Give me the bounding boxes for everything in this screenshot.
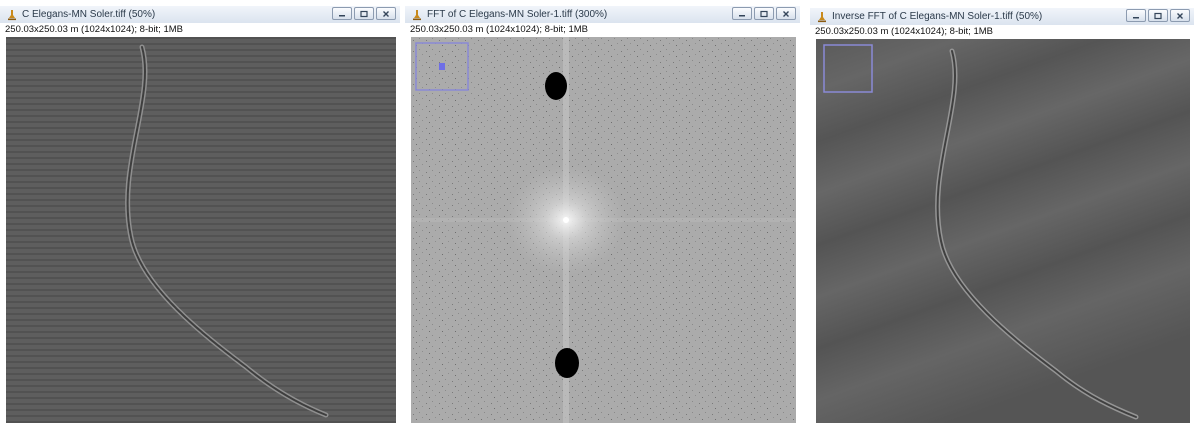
fft-power-spectrum [411, 37, 796, 423]
image-info: 250.03x250.03 m (1024x1024); 8-bit; 1MB [815, 26, 993, 37]
close-button[interactable] [376, 7, 396, 20]
maximize-button[interactable] [1148, 9, 1168, 22]
window-title: C Elegans-MN Soler.tiff (50%) [22, 9, 156, 20]
close-button[interactable] [1170, 9, 1190, 22]
title-bar[interactable]: C Elegans-MN Soler.tiff (50%) [0, 6, 400, 23]
maximize-button[interactable] [354, 7, 374, 20]
image-info: 250.03x250.03 m (1024x1024); 8-bit; 1MB [410, 24, 588, 35]
minimize-button[interactable] [332, 7, 352, 20]
maximize-icon [759, 10, 769, 18]
minimize-icon [737, 10, 747, 18]
mask-spot-bottom [555, 348, 579, 378]
minimize-button[interactable] [1126, 9, 1146, 22]
minimize-icon [1131, 12, 1141, 20]
microscope-app-icon [816, 11, 828, 23]
close-button[interactable] [776, 7, 796, 20]
image-canvas[interactable] [6, 37, 396, 423]
microscope-app-icon [6, 9, 18, 21]
image-info: 250.03x250.03 m (1024x1024); 8-bit; 1MB [5, 24, 183, 35]
close-icon [381, 10, 391, 18]
window-title: Inverse FFT of C Elegans-MN Soler-1.tiff… [832, 11, 1043, 22]
image-canvas[interactable] [411, 37, 796, 423]
image-window-original[interactable]: C Elegans-MN Soler.tiff (50%) 250.03x250… [0, 6, 400, 423]
close-icon [1175, 12, 1185, 20]
image-canvas[interactable] [816, 39, 1190, 423]
title-bar[interactable]: FFT of C Elegans-MN Soler-1.tiff (300%) [405, 6, 800, 23]
maximize-icon [359, 10, 369, 18]
maximize-icon [1153, 12, 1163, 20]
minimize-button[interactable] [732, 7, 752, 20]
close-icon [781, 10, 791, 18]
micrograph-original [6, 37, 396, 423]
image-window-fft[interactable]: FFT of C Elegans-MN Soler-1.tiff (300%) … [405, 6, 800, 423]
minimize-icon [337, 10, 347, 18]
microscope-app-icon [411, 9, 423, 21]
window-title: FFT of C Elegans-MN Soler-1.tiff (300%) [427, 9, 608, 20]
title-bar[interactable]: Inverse FFT of C Elegans-MN Soler-1.tiff… [810, 8, 1194, 25]
micrograph-inverse-fft [816, 39, 1190, 423]
maximize-button[interactable] [754, 7, 774, 20]
mask-spot-top [545, 72, 567, 100]
image-window-inverse-fft[interactable]: Inverse FFT of C Elegans-MN Soler-1.tiff… [810, 8, 1194, 423]
